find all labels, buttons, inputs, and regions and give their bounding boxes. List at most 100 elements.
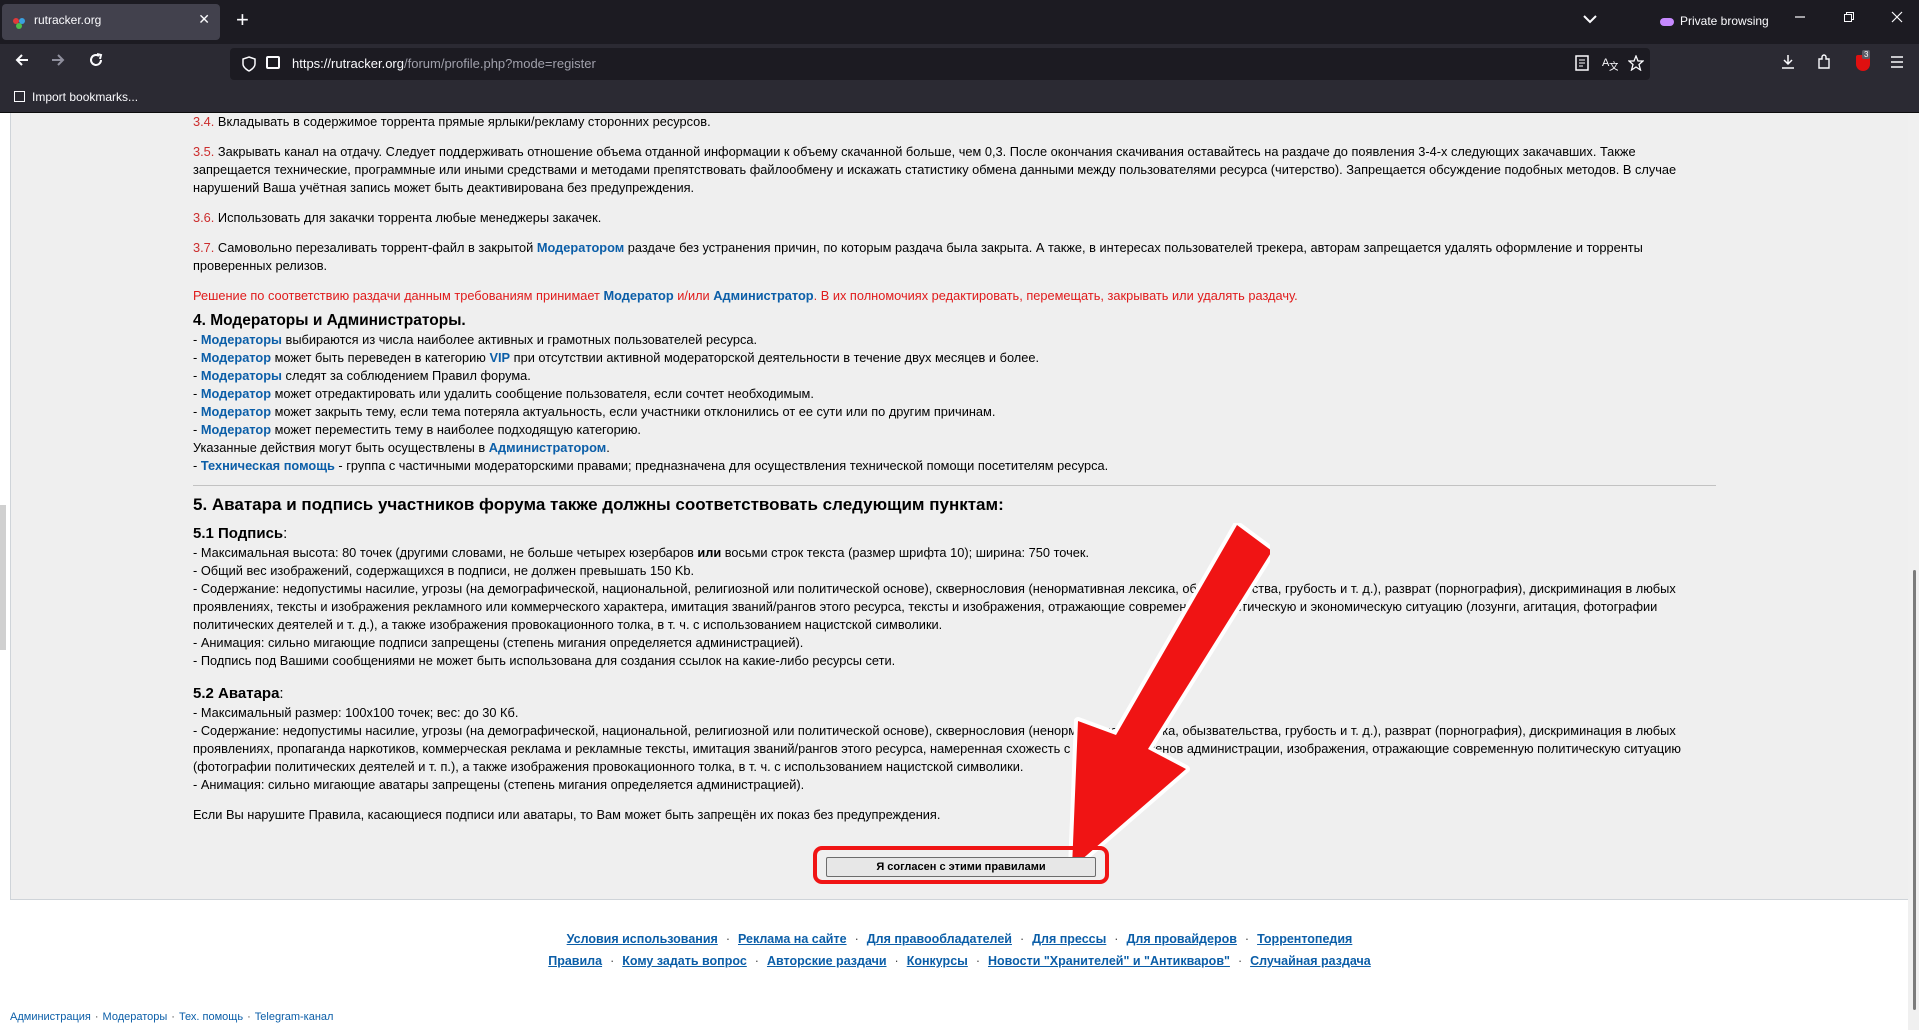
window-close-icon[interactable] [1891,10,1903,26]
decision-notice: Решение по соответствию раздачи данным т… [193,287,1716,305]
footer-link[interactable]: Авторские раздачи [767,954,887,968]
import-bookmarks-link[interactable]: Import bookmarks... [32,90,138,104]
footer-link[interactable]: Для провайдеров [1126,932,1236,946]
moderators-link[interactable]: Модераторы [201,332,282,347]
moderator-link[interactable]: Модератор [201,404,271,419]
dash: - [193,422,201,437]
bottom-link[interactable]: Администрация [10,1011,91,1023]
footer-link[interactable]: Случайная раздача [1250,954,1371,968]
forward-icon[interactable] [50,52,66,73]
signature-line: - Анимация: сильно мигающие подписи запр… [193,635,804,650]
mod-line: - Модератор может переместить тему в наи… [193,421,1716,439]
moderators-link[interactable]: Модераторы [201,368,282,383]
footer-link[interactable]: Условия использования [567,932,718,946]
line-text: может отредактировать или удалить сообще… [271,386,814,401]
sidebar-handle[interactable] [0,505,6,650]
agree-button[interactable]: Я согласен с этими правилами [826,857,1096,877]
footer-link[interactable]: Кому задать вопрос [622,954,747,968]
footer-link[interactable]: Реклама на сайте [738,932,847,946]
scrollbar-thumb[interactable] [1913,570,1916,1010]
section-4-heading: 4. Модераторы и Администраторы. [193,312,466,329]
avatar-line: - Анимация: сильно мигающие аватары запр… [193,777,805,792]
download-icon[interactable] [1780,54,1796,75]
mod-line: - Модератор может отредактировать или уд… [193,385,1716,403]
footer-link[interactable]: Для прессы [1032,932,1106,946]
separator: · [247,1011,251,1023]
moderator-link[interactable]: Модератор [201,350,271,365]
rule-number: 3.6. [193,210,215,225]
line-text: может переместить тему в наиболее подход… [271,422,641,437]
rule-3-6: 3.6. Использовать для закачки торрента л… [193,209,1716,227]
notice-text: и/или [673,288,714,303]
navigation-toolbar: https://rutracker.org/forum/profile.php?… [0,44,1919,84]
lock-icon[interactable] [266,56,280,69]
signature-line: - Подпись под Вашими сообщениями не може… [193,653,896,668]
shield-icon[interactable] [242,56,256,75]
footer-link[interactable]: Правила [548,954,602,968]
moderator-link[interactable]: Модератор [201,422,271,437]
line-text: выбираются из числа наиболее активных и … [281,332,758,347]
separator: · [1114,932,1119,946]
moderator-link[interactable]: Модератор [201,386,271,401]
list-all-tabs-icon[interactable] [1583,11,1597,27]
bottom-link[interactable]: Telegram-канал [255,1011,334,1023]
footer-link[interactable]: Конкурсы [907,954,968,968]
minimize-icon[interactable] [1794,10,1806,26]
rule-text: Использовать для закачки торрента любые … [214,210,602,225]
back-icon[interactable] [14,52,30,73]
line-text: следят за соблюдением Правил форума. [281,368,531,383]
line-text: восьми строк текста (размер шрифта 10); … [721,545,1090,560]
vip-link[interactable]: VIP [489,350,510,365]
separator: · [725,932,730,946]
tech-help-line: - Техническая помощь - группа с частичны… [193,457,1716,475]
mod-line: - Модератор может быть переведен в катег… [193,349,1716,367]
rules-text: 3.4. Вкладывать в содержимое торрента пр… [193,113,1716,824]
separator: · [975,954,980,968]
mod-line: - Модераторы следят за соблюдением Прави… [193,367,1716,385]
separator: · [610,954,615,968]
subhead-text: 5.1 Подпись [193,525,284,542]
menu-icon[interactable] [1889,54,1905,75]
rutracker-favicon-icon [13,18,25,29]
translate-icon[interactable]: A文 [1602,55,1619,74]
extensions-icon[interactable] [1816,54,1832,75]
line-text: - Максимальная высота: 80 точек (другими… [193,545,698,560]
line-text: - группа с частичными модераторскими пра… [334,458,1109,473]
agree-highlight: Я согласен с этими правилами [813,846,1109,884]
star-icon[interactable] [1627,54,1645,74]
rule-text: Вкладывать в содержимое торрента прямые … [214,114,711,129]
browser-tab[interactable]: rutracker.org ✕ [2,4,220,40]
footer-link[interactable]: Для правообладателей [867,932,1012,946]
separator: · [1237,954,1243,968]
tab-title: rutracker.org [34,13,102,27]
reader-view-icon[interactable] [1575,55,1589,74]
ublock-count-badge: 3 [1862,50,1871,59]
footer-link[interactable]: Новости "Хранителей" и "Антикваров" [988,954,1230,968]
rule-number: 3.7. [193,240,215,255]
rule-text: Самовольно перезаливать торрент-файл в з… [214,240,537,255]
administrator-link[interactable]: Администратор [713,288,813,303]
tab-bar: rutracker.org ✕ + Private browsing [0,0,1919,44]
administrator-link[interactable]: Администратором [489,440,606,455]
url-host: https://rutracker.org [292,56,404,71]
tab-close-icon[interactable]: ✕ [198,11,210,28]
reload-icon[interactable] [88,52,104,73]
address-bar[interactable]: https://rutracker.org/forum/profile.php?… [230,48,1650,80]
subhead-colon: : [283,525,288,542]
moderator-link[interactable]: Модератором [537,240,624,255]
bottom-link[interactable]: Модераторы [103,1011,168,1023]
notice-text: . В их полномочиях редактировать, переме… [813,288,1298,303]
url-text[interactable]: https://rutracker.org/forum/profile.php?… [292,56,596,71]
new-tab-icon[interactable]: + [236,8,249,32]
bottom-links: Администрация · Модераторы · Тех. помощь · Tel… [10,1011,333,1023]
footer-link[interactable]: Торрентопедия [1257,932,1352,946]
bottom-link[interactable]: Тех. помощь [179,1011,243,1023]
warning-text: Если Вы нарушите Правила, касающиеся под… [193,807,941,822]
notice-text: Решение по соответствию раздачи данным т… [193,288,604,303]
private-mask-icon [1660,17,1674,26]
moderator-link[interactable]: Модератор [603,288,673,303]
tech-help-link[interactable]: Техническая помощь [201,458,335,473]
avatar-heading: 5.2 Аватара: [193,684,1716,704]
svg-text:文: 文 [1609,60,1618,71]
restore-icon[interactable] [1843,10,1855,26]
